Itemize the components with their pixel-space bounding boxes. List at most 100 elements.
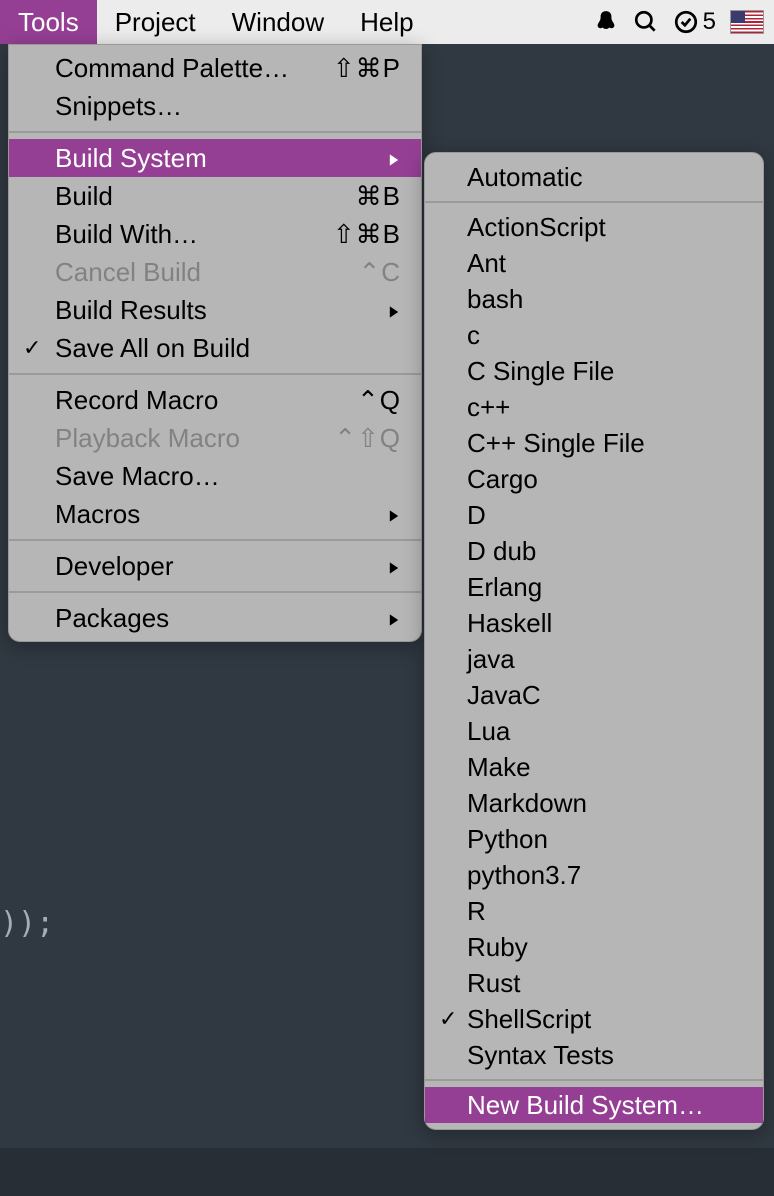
menu-separator bbox=[425, 201, 763, 203]
menu-save-all-on-build[interactable]: ✓ Save All on Build bbox=[9, 329, 421, 367]
build-sys-bash[interactable]: bash bbox=[425, 281, 763, 317]
build-sys-java[interactable]: java bbox=[425, 641, 763, 677]
menu-item-label: Rust bbox=[467, 968, 520, 999]
menu-item-label: Ruby bbox=[467, 932, 528, 963]
submenu-arrow-icon bbox=[387, 499, 401, 530]
menu-item-label: java bbox=[467, 644, 515, 675]
menu-item-label: c bbox=[467, 320, 480, 351]
menu-tools-label: Tools bbox=[18, 7, 79, 38]
submenu-arrow-icon bbox=[387, 551, 401, 582]
build-sys-ruby[interactable]: Ruby bbox=[425, 929, 763, 965]
menu-item-label: Automatic bbox=[467, 162, 583, 193]
menu-item-shortcut: ⇧⌘B bbox=[333, 219, 401, 250]
build-sys-python37[interactable]: python3.7 bbox=[425, 857, 763, 893]
menu-item-label: ActionScript bbox=[467, 212, 606, 243]
build-sys-python[interactable]: Python bbox=[425, 821, 763, 857]
submenu-arrow-icon bbox=[387, 295, 401, 326]
build-sys-c-single-file[interactable]: C Single File bbox=[425, 353, 763, 389]
menu-separator bbox=[9, 131, 421, 133]
build-sys-cpp[interactable]: c++ bbox=[425, 389, 763, 425]
build-sys-lua[interactable]: Lua bbox=[425, 713, 763, 749]
tools-dropdown: Command Palette… ⇧⌘P Snippets… Build Sys… bbox=[8, 44, 422, 642]
menu-window-label: Window bbox=[232, 7, 324, 38]
menubar: Tools Project Window Help 5 bbox=[0, 0, 774, 44]
build-sys-r[interactable]: R bbox=[425, 893, 763, 929]
menu-cancel-build: Cancel Build ⌃C bbox=[9, 253, 421, 291]
menu-item-label: Build bbox=[55, 181, 356, 212]
build-sys-cpp-single-file[interactable]: C++ Single File bbox=[425, 425, 763, 461]
menu-help[interactable]: Help bbox=[342, 0, 431, 44]
menu-item-shortcut: ⌃C bbox=[358, 257, 401, 288]
menu-item-label: Markdown bbox=[467, 788, 587, 819]
menu-item-label: Save All on Build bbox=[55, 333, 403, 364]
menu-item-label: Python bbox=[467, 824, 548, 855]
menu-item-label: ShellScript bbox=[467, 1004, 591, 1035]
build-sys-actionscript[interactable]: ActionScript bbox=[425, 209, 763, 245]
menu-item-label: Build With… bbox=[55, 219, 333, 250]
menu-project[interactable]: Project bbox=[97, 0, 214, 44]
menu-item-label: Packages bbox=[55, 603, 387, 634]
menu-item-label: bash bbox=[467, 284, 523, 315]
menu-item-shortcut: ⇧⌘P bbox=[333, 53, 401, 84]
menu-separator bbox=[9, 591, 421, 593]
notification-badge[interactable]: 5 bbox=[673, 8, 716, 36]
menu-build-with[interactable]: Build With… ⇧⌘B bbox=[9, 215, 421, 253]
menu-item-label: Command Palette… bbox=[55, 53, 333, 84]
menu-item-label: R bbox=[467, 896, 486, 927]
menu-item-label: Build System bbox=[55, 143, 387, 174]
search-icon[interactable] bbox=[633, 9, 659, 35]
build-sys-markdown[interactable]: Markdown bbox=[425, 785, 763, 821]
build-sys-javac[interactable]: JavaC bbox=[425, 677, 763, 713]
menu-build-results[interactable]: Build Results bbox=[9, 291, 421, 329]
menu-item-label: Make bbox=[467, 752, 531, 783]
submenu-arrow-icon bbox=[387, 603, 401, 634]
menu-separator bbox=[425, 1079, 763, 1081]
menu-item-shortcut: ⌘B bbox=[356, 181, 401, 212]
flag-icon[interactable] bbox=[730, 10, 764, 34]
menu-window[interactable]: Window bbox=[214, 0, 342, 44]
build-sys-new-build-system[interactable]: New Build System… bbox=[425, 1087, 763, 1123]
menu-item-label: JavaC bbox=[467, 680, 541, 711]
build-sys-automatic[interactable]: Automatic bbox=[425, 159, 763, 195]
menu-item-label: Cargo bbox=[467, 464, 538, 495]
menu-snippets[interactable]: Snippets… bbox=[9, 87, 421, 125]
build-sys-d[interactable]: D bbox=[425, 497, 763, 533]
menu-item-label: python3.7 bbox=[467, 860, 581, 891]
build-sys-d-dub[interactable]: D dub bbox=[425, 533, 763, 569]
menu-item-label: D bbox=[467, 500, 486, 531]
build-sys-cargo[interactable]: Cargo bbox=[425, 461, 763, 497]
build-sys-rust[interactable]: Rust bbox=[425, 965, 763, 1001]
submenu-arrow-icon bbox=[387, 143, 401, 174]
menu-developer[interactable]: Developer bbox=[9, 547, 421, 585]
build-sys-make[interactable]: Make bbox=[425, 749, 763, 785]
build-system-submenu: Automatic ActionScript Ant bash c C Sing… bbox=[424, 152, 764, 1130]
notification-count: 5 bbox=[703, 8, 716, 36]
menu-item-label: Lua bbox=[467, 716, 510, 747]
build-sys-shellscript[interactable]: ✓ ShellScript bbox=[425, 1001, 763, 1037]
menu-item-label: Build Results bbox=[55, 295, 387, 326]
menu-build-system[interactable]: Build System bbox=[9, 139, 421, 177]
build-sys-syntax-tests[interactable]: Syntax Tests bbox=[425, 1037, 763, 1073]
menubar-right: 5 bbox=[593, 0, 764, 44]
menu-separator bbox=[9, 373, 421, 375]
menu-tools[interactable]: Tools bbox=[0, 0, 97, 44]
menu-item-label: Haskell bbox=[467, 608, 552, 639]
menu-save-macro[interactable]: Save Macro… bbox=[9, 457, 421, 495]
build-sys-haskell[interactable]: Haskell bbox=[425, 605, 763, 641]
build-sys-erlang[interactable]: Erlang bbox=[425, 569, 763, 605]
menu-build[interactable]: Build ⌘B bbox=[9, 177, 421, 215]
menu-record-macro[interactable]: Record Macro ⌃Q bbox=[9, 381, 421, 419]
penguin-icon[interactable] bbox=[593, 9, 619, 35]
build-sys-c[interactable]: c bbox=[425, 317, 763, 353]
menu-item-label: Developer bbox=[55, 551, 387, 582]
code-text: )); bbox=[0, 906, 54, 941]
menu-item-label: Playback Macro bbox=[55, 423, 334, 454]
menu-packages[interactable]: Packages bbox=[9, 599, 421, 637]
menu-command-palette[interactable]: Command Palette… ⇧⌘P bbox=[9, 49, 421, 87]
menu-item-label: New Build System… bbox=[467, 1090, 704, 1121]
menu-project-label: Project bbox=[115, 7, 196, 38]
build-sys-ant[interactable]: Ant bbox=[425, 245, 763, 281]
menu-macros[interactable]: Macros bbox=[9, 495, 421, 533]
menu-item-label: C++ Single File bbox=[467, 428, 645, 459]
menu-item-label: Syntax Tests bbox=[467, 1040, 614, 1071]
